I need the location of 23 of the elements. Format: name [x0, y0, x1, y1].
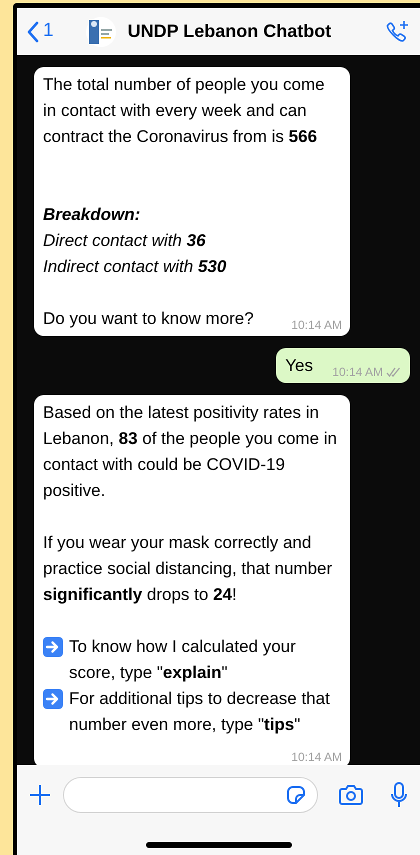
message-text: If you wear your mask correctly and practice social distancing, that number significantly drops to 24!: [43, 533, 332, 604]
microphone-icon[interactable]: [390, 782, 408, 808]
message-text: For additional tips to decrease that number even more, type "tips": [69, 689, 330, 734]
logo-icon: [86, 16, 116, 46]
add-call-icon[interactable]: [384, 18, 410, 44]
message-text: Do you want to know more?: [43, 309, 254, 328]
message-heading: Breakdown:: [43, 205, 140, 224]
sticker-icon[interactable]: [285, 784, 307, 806]
message-time: 10:14 AM: [291, 317, 342, 333]
message-text: Indirect contact with 530: [43, 257, 226, 276]
message-text: To know how I calculated your score, type "explain": [69, 637, 296, 682]
message-text: The total number of people you come in contact with every week and can contract the Coronavirus from is 566: [43, 75, 325, 146]
plus-icon[interactable]: [29, 784, 51, 806]
chat-title: UNDP Lebanon Chatbot: [128, 20, 332, 43]
chevron-left-icon: [27, 20, 39, 42]
camera-icon[interactable]: [338, 784, 364, 806]
message-text: Based on the latest positivity rates in Lebanon, 83 of the people you come in contact with could be COVID-19 positive.: [43, 403, 337, 500]
back-button[interactable]: 1: [27, 17, 54, 46]
message-text: Direct contact with 36: [43, 231, 206, 250]
message-time: 10:14 AM: [332, 364, 383, 380]
message-text: Yes: [285, 356, 313, 375]
message-time: 10:14 AM: [291, 749, 342, 765]
message-input[interactable]: [63, 777, 318, 813]
